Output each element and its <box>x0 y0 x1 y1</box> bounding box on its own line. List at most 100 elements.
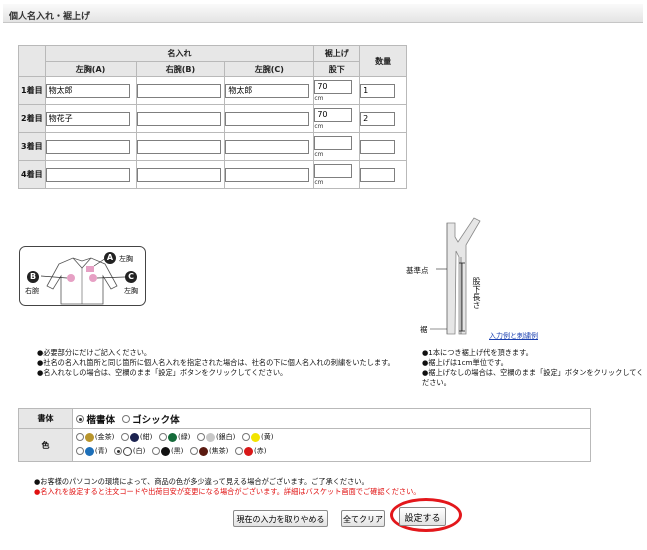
note-line: ●裾上げなしの場合は、空欄のまま「設定」ボタンをクリックしてください。 <box>422 368 644 387</box>
font-kaisho-label: 楷書体 <box>86 414 115 426</box>
color-label: (金茶) <box>94 432 115 441</box>
right-arm-mark <box>67 274 75 282</box>
inseam-input[interactable] <box>314 135 353 150</box>
color-option-blue[interactable]: (青) <box>75 445 107 457</box>
color-label: (白) <box>132 446 146 455</box>
row-label: 4着目 <box>18 160 46 189</box>
row-label: 2着目 <box>18 104 46 133</box>
font-color-options-table: 書体 楷書体 ゴシック体 色 (金茶) (紺) (緑) (銀白) (黄) (青)… <box>18 408 592 462</box>
right-arm-name-input[interactable] <box>136 139 221 154</box>
pants-hem-diagram: 基準点 裾 股下長さ 入力例と刺繍例 <box>400 213 570 343</box>
color-option-yellow[interactable]: (黄) <box>241 431 274 443</box>
color-label: (緑) <box>177 432 191 441</box>
table-row: 2着目 cm <box>18 104 407 133</box>
footer-notes: ●お客様のパソコンの環境によって、商品の色が多少違って見える場合がございます。ご… <box>34 477 614 497</box>
font-kaisho-radio[interactable] <box>75 414 84 423</box>
name-embroidery-table: 名入れ 裾上げ 数量 左胸(A) 右腕(B) 左腕(C) 股下 1着目 cm 2… <box>18 45 407 189</box>
color-radio[interactable] <box>151 447 160 455</box>
badge-a: A <box>104 252 116 264</box>
unit-label: cm <box>314 178 324 186</box>
font-row-label: 書体 <box>18 408 73 429</box>
clear-all-button[interactable]: 全てクリア <box>341 510 385 527</box>
right-arm-name-input[interactable] <box>136 167 221 182</box>
header-left-chest-a: 左胸(A) <box>44 61 137 77</box>
note-line: ●裾上げは1cm単位です。 <box>422 358 508 367</box>
left-chest-name-input[interactable] <box>45 83 130 98</box>
color-option-silverwhite[interactable]: (銀白) <box>196 431 236 443</box>
color-radio[interactable] <box>158 433 167 441</box>
table-corner <box>18 45 46 77</box>
color-row-label: 色 <box>18 428 73 462</box>
color-option-red[interactable]: (赤) <box>234 445 267 457</box>
color-radio[interactable] <box>75 447 84 455</box>
label-right-arm: 右腕 <box>25 287 39 295</box>
left-arm-name-input[interactable] <box>225 139 310 154</box>
label-base-point: 基準点 <box>406 266 429 275</box>
inseam-input[interactable] <box>314 79 353 94</box>
color-option-navy[interactable]: (紺) <box>120 431 153 443</box>
right-arm-name-input[interactable] <box>136 111 221 126</box>
right-arm-name-input[interactable] <box>136 83 221 98</box>
header-right-arm-b: 右腕(B) <box>135 61 226 77</box>
left-arm-name-input[interactable] <box>225 83 310 98</box>
header-quantity: 数量 <box>359 45 407 77</box>
color-radio[interactable] <box>196 433 205 441</box>
inseam-input[interactable] <box>314 163 353 178</box>
color-label: (黄) <box>260 432 274 441</box>
unit-label: cm <box>314 122 324 130</box>
header-name: 名入れ <box>44 45 315 62</box>
color-option-white[interactable]: (白) <box>113 445 146 457</box>
quantity-input[interactable] <box>360 83 396 98</box>
inseam-input[interactable] <box>314 107 353 122</box>
color-option-darkbrown[interactable]: (焦茶) <box>189 445 229 457</box>
examples-link[interactable]: 入力例と刺繍例 <box>489 331 538 341</box>
color-radio[interactable] <box>75 433 84 441</box>
left-chest-name-input[interactable] <box>45 111 130 126</box>
color-option-goldbrown[interactable]: (金茶) <box>75 431 115 443</box>
notes-right: ●1本につき裾上げ代を頂きます。 ●裾上げは1cm単位です。 ●裾上げなしの場合… <box>422 348 644 388</box>
left-chest-name-input[interactable] <box>45 167 130 182</box>
color-option-green[interactable]: (緑) <box>158 431 191 443</box>
header-left-arm-c: 左腕(C) <box>224 61 315 77</box>
left-arm-name-input[interactable] <box>225 111 310 126</box>
quantity-input[interactable] <box>360 139 396 154</box>
left-chest-name-input[interactable] <box>45 139 130 154</box>
quantity-input[interactable] <box>360 167 396 182</box>
quantity-input[interactable] <box>360 111 396 126</box>
left-arm-name-input[interactable] <box>225 167 310 182</box>
table-row: 1着目 cm <box>18 76 407 105</box>
color-label: (赤) <box>253 446 267 455</box>
label-hem: 裾 <box>420 325 428 334</box>
color-options-line1: (金茶) (紺) (緑) (銀白) (黄) <box>75 431 587 445</box>
color-radio[interactable] <box>189 447 198 455</box>
color-radio[interactable] <box>234 447 243 455</box>
set-button[interactable]: 設定する <box>399 507 446 526</box>
color-option-black[interactable]: (黒) <box>151 445 184 457</box>
font-gothic-radio[interactable] <box>121 414 130 423</box>
note-line: ●名入れなしの場合は、空欄のまま「設定」ボタンをクリックしてください。 <box>37 368 288 377</box>
label-left-chest: 左胸 <box>119 255 133 263</box>
color-label: (紺) <box>139 432 153 441</box>
left-chest-mark <box>86 266 94 272</box>
note-line: ●1本につき裾上げ代を頂きます。 <box>422 348 533 357</box>
label-left-arm: 左胸 <box>124 287 138 295</box>
unit-label: cm <box>314 150 324 158</box>
color-radio[interactable] <box>113 447 122 455</box>
unit-label: cm <box>314 94 324 102</box>
color-label: (黒) <box>170 446 184 455</box>
footer-note-order-code: ●名入れを設定すると注文コードや出荷目安が変更になる場合がございます。詳細はバス… <box>34 487 421 496</box>
notes-left: ●必要部分にだけご記入ください。 ●社名の名入れ箇所と同じ箇所に個人名入れを指定… <box>37 348 415 378</box>
note-line: ●必要部分にだけご記入ください。 <box>37 348 152 357</box>
font-gothic-label: ゴシック体 <box>132 414 180 426</box>
color-radio[interactable] <box>241 433 250 441</box>
color-options-line2: (青) (白) (黒) (焦茶) (赤) <box>75 445 587 459</box>
color-label: (銀白) <box>215 432 236 441</box>
color-label: (焦茶) <box>208 446 229 455</box>
left-arm-mark <box>89 274 97 282</box>
cancel-current-input-button[interactable]: 現在の入力を取りやめる <box>233 510 328 527</box>
color-radio[interactable] <box>120 433 129 441</box>
row-label: 1着目 <box>18 76 46 105</box>
badge-c: C <box>125 271 137 283</box>
header-hem: 裾上げ <box>313 45 361 62</box>
table-row: 3着目 cm <box>18 132 407 161</box>
